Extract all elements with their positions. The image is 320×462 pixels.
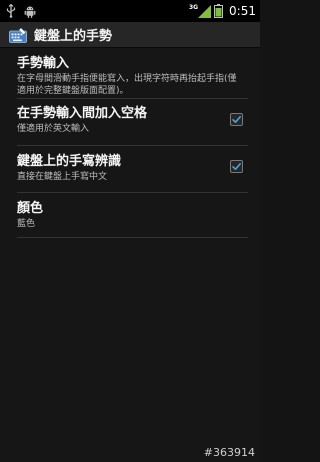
setting-summary: 僅適用於英文輸入: [17, 124, 90, 134]
title-bar: 鍵盤上的手勢: [0, 22, 260, 48]
check-icon: [232, 116, 241, 123]
status-bar-notifications: [5, 4, 36, 18]
settings-list: 手勢輸入 在字母間滑動手指便能寫入，出現字符時再抬起手指(僅適用於完整鍵盤版面配…: [0, 48, 260, 238]
check-icon: [232, 163, 241, 170]
setting-title: 手勢輸入: [17, 56, 70, 71]
signal-icon: [198, 4, 212, 18]
setting-title: 鍵盤上的手寫辨識: [17, 154, 122, 169]
setting-gesture-input[interactable]: 手勢輸入 在字母間滑動手指便能寫入，出現字符時再抬起手指(僅適用於完整鍵盤版面配…: [17, 48, 248, 99]
network-type-label: 3G: [188, 3, 199, 11]
gesture-space-checkbox[interactable]: [230, 113, 243, 126]
setting-title: 在手勢輸入間加入空格: [17, 106, 148, 121]
setting-handwriting[interactable]: 鍵盤上的手寫辨識 直接在鍵盤上手寫中文: [17, 146, 248, 193]
android-debug-icon: [24, 6, 36, 18]
watermark: #363914: [203, 446, 255, 459]
setting-summary: 藍色: [17, 219, 36, 229]
clock: 0:51: [229, 4, 256, 18]
setting-color[interactable]: 顏色 藍色: [17, 193, 248, 238]
setting-summary: 直接在鍵盤上手寫中文: [17, 172, 108, 182]
handwriting-checkbox[interactable]: [230, 160, 243, 173]
status-bar-system: 3G 0:51: [189, 4, 256, 18]
usb-icon: [6, 4, 16, 18]
setting-gesture-space[interactable]: 在手勢輸入間加入空格 僅適用於英文輸入: [17, 99, 248, 146]
battery-icon: [214, 4, 224, 18]
page-title: 鍵盤上的手勢: [34, 29, 113, 44]
setting-title: 顏色: [17, 201, 44, 216]
setting-summary: 在字母間滑動手指便能寫入，出現字符時再抬起手指(僅適用於完整鍵盤版面配置)。: [17, 74, 237, 96]
screen: 3G 0:51 鍵盤上的手勢 手勢輸入 在字母間滑動手指便能寫入，出現字符時再抬…: [0, 0, 260, 462]
status-bar: 3G 0:51: [0, 0, 260, 22]
keyboard-icon: [9, 27, 27, 43]
